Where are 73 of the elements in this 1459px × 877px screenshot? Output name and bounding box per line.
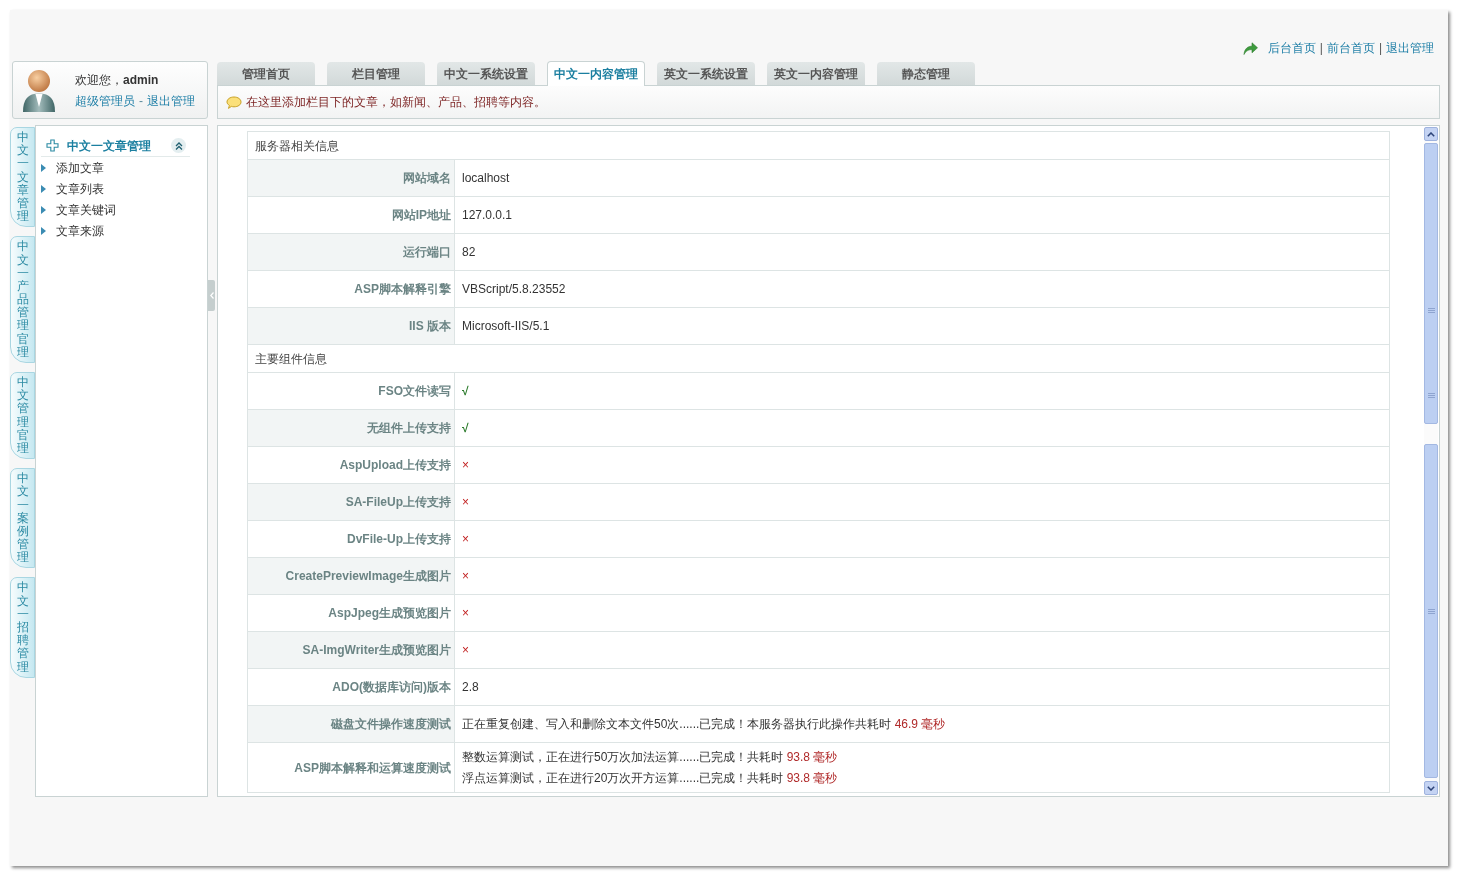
table-cell-text: 127.0.0.1 [461,207,514,224]
tab[interactable]: 英文一系统设置 [657,62,755,85]
table-cell: 磁盘文件操作速度测试 [248,706,455,742]
chevron-up-icon [1427,131,1435,137]
tab[interactable]: 栏目管理 [327,62,425,85]
grip-icon [1427,393,1435,398]
user-avatar-icon [22,68,56,112]
side-tab[interactable]: 中文一产品管理官理 [10,236,35,363]
scroll-down-button[interactable] [1424,781,1438,795]
triangle-right-icon [41,163,46,172]
notice-text: 在这里添加栏目下的文章，如新闻、产品、招聘等内容。 [246,94,546,111]
table-cell-text: 82 [461,244,477,261]
table-cell: CreatePreviewImage生成图片 [248,558,455,594]
menu-title[interactable]: 中文一文章管理 [67,136,151,155]
side-tab[interactable]: 中文一文章管理 [10,127,35,228]
menu-item[interactable]: 文章来源 [41,220,104,241]
tab[interactable]: 管理首页 [217,62,315,85]
timing-result: 浮点运算测试，正在进行20万次开方运算......已完成！共耗时 93.8 毫秒 [461,770,838,786]
tab[interactable]: 中文一内容管理 [547,61,645,86]
grip-icon [1427,609,1435,614]
table-cell-text: × [461,457,470,474]
user-link[interactable]: 退出管理 [147,92,195,109]
scrollbar-thumb[interactable] [1424,444,1438,778]
side-tab[interactable]: 中文一案例管理 [10,468,35,569]
header-link[interactable]: 前台首页 [1326,40,1375,56]
arrow-icon [1242,42,1258,55]
table-cell-text: × [461,642,470,659]
table-cell: SA-FileUp上传支持 [248,484,455,520]
triangle-right-icon [41,184,46,193]
table-cell-text: × [461,494,470,511]
chevron-left-icon [209,292,214,299]
triangle-right-icon [41,226,46,235]
user-link[interactable]: 超级管理员 [75,92,135,109]
table-cell-text: VBScript/5.8.23552 [461,281,567,298]
tab[interactable]: 英文一内容管理 [767,62,865,85]
plus-icon [46,139,59,152]
side-tab[interactable]: 中文一招聘管理 [10,577,35,678]
tab[interactable]: 中文一系统设置 [437,62,535,85]
table-cell-text: × [461,568,470,585]
menu-item[interactable]: 文章列表 [41,178,104,199]
table-cell-text: 2.8 [461,679,480,696]
timing-result: 正在重复创建、写入和删除文本文件50次......已完成！本服务器执行此操作共耗时 46.9 毫秒 [461,716,946,732]
table-cell: 运行端口 [248,234,455,270]
menu-item[interactable]: 添加文章 [41,157,104,178]
table-cell: IIS 版本 [248,308,455,344]
tab[interactable]: 静态管理 [877,62,975,85]
speech-bubble-icon [226,95,242,109]
sidebar-toggle[interactable] [208,280,215,311]
table-cell-text: Microsoft-IIS/5.1 [461,318,551,335]
welcome-text: 欢迎您，admin [75,71,160,88]
triangle-right-icon [41,205,46,214]
table-cell-text: × [461,605,470,622]
table-cell-text: localhost [461,170,511,187]
grip-icon [1427,308,1435,313]
link-separator: | [1319,40,1323,56]
table-cell: 网站域名 [248,160,455,196]
menu-item[interactable]: 文章关键词 [41,199,116,220]
table-cell: SA-ImgWriter生成预览图片 [248,632,455,668]
header-link[interactable]: 退出管理 [1386,40,1434,56]
timing-result: 整数运算测试，正在进行50万次加法运算......已完成！共耗时 93.8 毫秒 [461,749,838,765]
link-separator: - [138,92,144,109]
table-cell-text: × [461,531,470,548]
chevron-down-icon [1427,785,1435,791]
table-cell: 无组件上传支持 [248,410,455,446]
collapse-button[interactable] [171,138,186,153]
link-separator: | [1378,40,1382,56]
table-cell-text: √ [461,383,470,400]
scroll-up-button[interactable] [1424,127,1438,141]
scrollbar-thumb[interactable] [1424,143,1438,424]
header-link[interactable]: 后台首页 [1267,40,1316,56]
side-tab[interactable]: 中文管理官理 [10,372,35,460]
double-chevron-up-icon [174,141,183,150]
table-cell-text: √ [461,420,470,437]
